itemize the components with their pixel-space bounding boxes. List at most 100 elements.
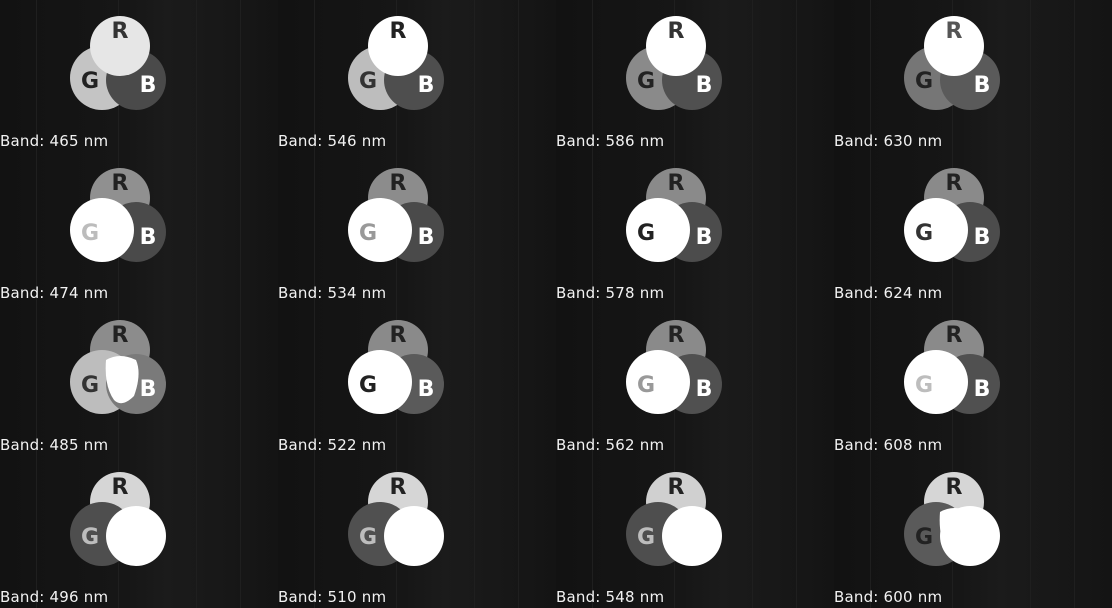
scanline-stripe [796,152,797,304]
scanline-stripe [870,456,871,608]
rgb-venn-target: RG B [70,472,166,566]
channel-letter-g: G [359,525,377,550]
scanline-stripe [196,152,197,304]
channel-letter-r: R [390,475,407,500]
scanline-stripe [36,0,37,152]
channel-letter-r: R [668,171,685,196]
band-label: Band: 522 nm [278,436,387,454]
scanline-stripe [240,152,241,304]
band-tile: R G B Band: 465 nm [0,0,278,152]
scanline-stripe [796,0,797,152]
circle-g [70,198,134,262]
circle-b [106,506,166,566]
band-label: Band: 608 nm [834,436,943,454]
rgb-venn-target: RG B [626,16,722,110]
band-tile: R G B Band: 600 nm [834,456,1112,608]
rgb-venn-target: RG B [348,320,444,414]
channel-letter-r: R [946,475,963,500]
band-label: Band: 546 nm [278,132,387,150]
scanline-stripe [196,0,197,152]
scanline-stripe [36,152,37,304]
scanline-stripe [474,456,475,608]
band-label: Band: 630 nm [834,132,943,150]
scanline-stripe [752,456,753,608]
scanline-stripe [314,0,315,152]
band-tile: R G B Band: 578 nm [556,152,834,304]
scanline-stripe [592,304,593,456]
scanline-stripe [752,0,753,152]
channel-letter-r: R [390,19,407,44]
band-tile: R G B Band: 534 nm [278,152,556,304]
scanline-stripe [240,456,241,608]
rgb-venn-target: RG B [904,168,1000,262]
scanline-stripe [314,456,315,608]
rgb-venn-target: RG B [904,472,1000,566]
band-tile: R G B Band: 510 nm [278,456,556,608]
channel-letter-b: B [696,377,713,402]
channel-letter-g: G [81,69,99,94]
scanline-stripe [518,304,519,456]
scanline-stripe [796,456,797,608]
band-tile: R G B Band: 630 nm [834,0,1112,152]
band-label: Band: 624 nm [834,284,943,302]
channel-letter-g: G [81,221,99,246]
scanline-stripe [592,456,593,608]
channel-letter-r: R [112,171,129,196]
scanline-stripe [36,304,37,456]
scanline-stripe [870,0,871,152]
band-label: Band: 496 nm [0,588,109,606]
band-tile: R G B Band: 586 nm [556,0,834,152]
channel-letter-g: G [915,221,933,246]
band-grid: R G B Band: 465 nm R G B Band: 546 nm R G B Band: 5… [0,0,1112,608]
band-label: Band: 578 nm [556,284,665,302]
band-tile: R G B Band: 496 nm [0,456,278,608]
rgb-venn-target: RG B [70,168,166,262]
band-label: Band: 562 nm [556,436,665,454]
band-label: Band: 474 nm [0,284,109,302]
channel-letter-r: R [668,323,685,348]
scanline-stripe [796,304,797,456]
channel-letter-r: R [112,475,129,500]
scanline-stripe [240,0,241,152]
channel-letter-r: R [668,19,685,44]
band-tile: R G B Band: 562 nm [556,304,834,456]
channel-letter-g: G [637,525,655,550]
rgb-venn-target: RG B [70,16,166,110]
scanline-stripe [1030,456,1031,608]
circle-b [662,506,722,566]
channel-letter-b: B [696,73,713,98]
rgb-venn-target: RG B [626,472,722,566]
band-tile: R G B Band: 546 nm [278,0,556,152]
scanline-stripe [1074,0,1075,152]
scanline-stripe [1074,152,1075,304]
scanline-stripe [518,152,519,304]
band-label: Band: 510 nm [278,588,387,606]
band-tile: R G B Band: 522 nm [278,304,556,456]
circle-g [348,198,412,262]
circle-b [384,506,444,566]
band-label: Band: 548 nm [556,588,665,606]
scanline-stripe [474,152,475,304]
scanline-stripe [1074,456,1075,608]
channel-letter-b: B [418,225,435,250]
rgb-venn-target: RG B [904,320,1000,414]
rgb-venn-target: RG B [626,168,722,262]
channel-letter-g: G [359,69,377,94]
channel-letter-r: R [112,323,129,348]
scanline-stripe [1030,304,1031,456]
channel-letter-b: B [140,225,157,250]
channel-letter-g: G [637,373,655,398]
circle-g [626,198,690,262]
channel-letter-b: B [974,377,991,402]
channel-letter-b: B [418,73,435,98]
channel-letter-g: G [637,69,655,94]
band-label: Band: 465 nm [0,132,109,150]
rgb-venn-target: RG B [348,168,444,262]
channel-letter-g: G [915,525,933,550]
scanline-stripe [518,456,519,608]
scanline-stripe [314,304,315,456]
band-tile: R G B Band: 624 nm [834,152,1112,304]
rgb-venn-target: RG B [904,16,1000,110]
band-label: Band: 600 nm [834,588,943,606]
scanline-stripe [240,304,241,456]
